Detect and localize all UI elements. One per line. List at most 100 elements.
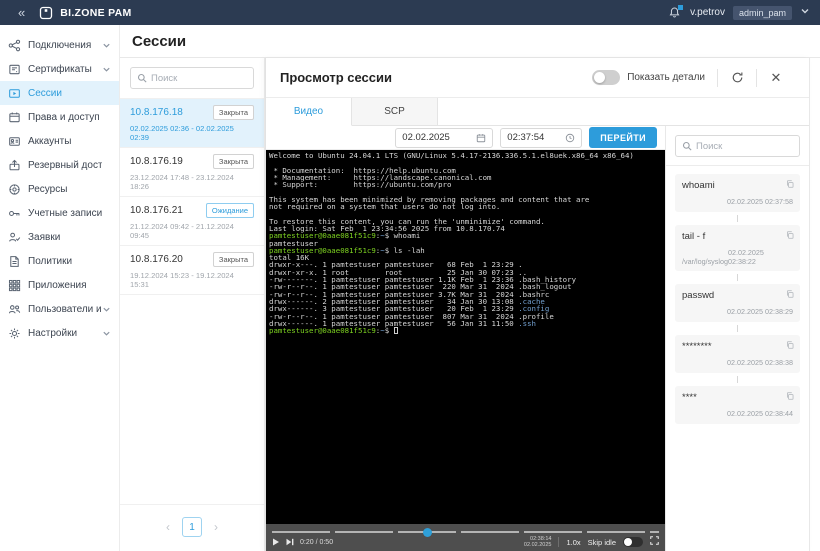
command-card[interactable]: **** 02.02.2025 02:38:44: [675, 386, 800, 424]
command-connector: [737, 325, 738, 332]
step-forward-icon[interactable]: [286, 538, 294, 546]
command-text: passwd: [682, 290, 715, 301]
top-bar: « BI.ZONE PAM v.petrov admin_pam: [0, 0, 820, 25]
sidebar-item-resources[interactable]: Ресурсы: [0, 177, 119, 201]
notification-badge: [678, 4, 684, 10]
session-list-item[interactable]: 10.8.176.19 Закрыта 23.12.2024 17:48 - 2…: [120, 148, 264, 197]
sidebar-collapse-button[interactable]: «: [18, 5, 25, 20]
user-menu-chevron-down-icon[interactable]: [800, 6, 810, 19]
search-icon: [682, 141, 692, 151]
skip-idle-toggle[interactable]: [623, 537, 643, 547]
rights-access-icon: [8, 111, 21, 124]
sidebar-item-connections[interactable]: Подключения: [0, 33, 119, 57]
sidebar-item-accounts[interactable]: Аккаунты: [0, 129, 119, 153]
terminal-text: Welcome to Ubuntu 24.04.1 LTS (GNU/Linux…: [269, 151, 634, 336]
sidebar-item-certificates[interactable]: Сертификаты: [0, 57, 119, 81]
sidebar-item-sessions[interactable]: Сессии: [0, 81, 119, 105]
certificates-icon: [8, 63, 21, 76]
session-list-item[interactable]: 10.8.176.20 Закрыта 19.12.2024 15:23 - 1…: [120, 246, 264, 295]
player-progress-bar[interactable]: [272, 528, 659, 537]
command-card[interactable]: whoami 02.02.2025 02:37:58: [675, 174, 800, 212]
show-details-toggle[interactable]: [592, 70, 621, 85]
close-icon[interactable]: ✕: [757, 70, 795, 86]
command-connector: [737, 376, 738, 383]
user-role-badge: admin_pam: [732, 5, 792, 20]
backup-access-icon: [8, 159, 21, 172]
clock-icon: [566, 133, 575, 142]
viewer-tabs: Видео SCP: [266, 98, 809, 126]
session-period: 23.12.2024 17:48 - 23.12.2024 18:26: [130, 173, 234, 191]
command-connector: [737, 274, 738, 281]
show-details-label: Показать детали: [627, 72, 705, 83]
sidebar-item-users-groups[interactable]: Пользователи и гр...: [0, 297, 119, 321]
command-text: tail - f: [682, 231, 706, 242]
command-text: ****: [682, 392, 697, 403]
time-field[interactable]: 02:37:54: [500, 127, 583, 148]
skip-idle-label: Skip idle: [587, 537, 616, 547]
video-player-controls: 0:20 / 0:50 02:38:14 02.02.2025 1.0x Ski…: [266, 524, 665, 551]
sidebar-item-applications[interactable]: Приложения: [0, 273, 119, 297]
fullscreen-icon[interactable]: [650, 536, 659, 548]
credentials-icon: [8, 207, 21, 220]
pagination-next-button[interactable]: ›: [214, 520, 218, 534]
copy-icon[interactable]: [786, 179, 794, 191]
pagination-current-page[interactable]: 1: [182, 517, 202, 537]
playback-speed[interactable]: 1.0x: [566, 538, 580, 547]
command-timestamp: 02.02.2025 02:38:29: [727, 307, 793, 316]
commands-search-input[interactable]: [696, 140, 793, 152]
app-title: BI.ZONE PAM: [60, 6, 132, 19]
refresh-icon[interactable]: [718, 71, 756, 84]
commands-panel: whoami 02.02.2025 02:37:58 tail - f /var…: [666, 126, 809, 551]
copy-icon[interactable]: [786, 230, 794, 242]
tab-scp[interactable]: SCP: [352, 98, 438, 125]
sidebar-item-rights[interactable]: Права и доступ: [0, 105, 119, 129]
sidebar-item-policies[interactable]: Политики: [0, 249, 119, 273]
play-icon[interactable]: [272, 538, 280, 546]
pagination-prev-button[interactable]: ‹: [166, 520, 170, 534]
sidebar-item-credentials[interactable]: Учетные записи: [0, 201, 119, 225]
session-status-badge: Закрыта: [212, 252, 254, 267]
go-button[interactable]: ПЕРЕЙТИ: [589, 127, 657, 148]
command-text: whoami: [682, 180, 715, 191]
command-card[interactable]: tail - f /var/log/syslog 02.02.2025 02:3…: [675, 225, 800, 271]
policies-icon: [8, 255, 21, 268]
session-viewer-dialog: Просмотр сессии Показать детали ✕ Видео …: [265, 58, 810, 551]
copy-icon[interactable]: [786, 391, 794, 403]
player-time: 0:20 / 0:50: [300, 538, 334, 546]
session-period: 21.12.2024 09:42 - 21.12.2024 09:45: [130, 222, 234, 240]
session-list-item[interactable]: 10.8.176.21 Ожидание 21.12.2024 09:42 - …: [120, 197, 264, 246]
session-ip: 10.8.176.20: [130, 254, 183, 265]
command-timestamp: 02.02.2025 02:38:44: [727, 409, 793, 418]
sessions-search-input[interactable]: [151, 72, 247, 84]
session-list-item[interactable]: 10.8.176.18 Закрыта 02.02.2025 02:36 - 0…: [120, 98, 264, 148]
page-header: Сессии: [120, 25, 820, 58]
command-detail: /var/log/syslog: [682, 257, 728, 266]
session-status-badge: Ожидание: [205, 203, 254, 218]
bizone-logo-icon: [39, 6, 53, 20]
date-field[interactable]: 02.02.2025: [395, 127, 494, 148]
session-period: 02.02.2025 02:36 - 02.02.2025 02:39: [130, 124, 234, 142]
session-status-badge: Закрыта: [212, 105, 254, 120]
search-icon: [137, 73, 147, 83]
user-name: v.petrov: [690, 7, 725, 18]
tab-video[interactable]: Видео: [266, 98, 352, 126]
calendar-icon: [477, 133, 486, 142]
pagination: ‹ 1 ›: [120, 504, 264, 551]
connections-icon: [8, 39, 21, 52]
terminal-video[interactable]: Welcome to Ubuntu 24.04.1 LTS (GNU/Linux…: [266, 150, 665, 524]
command-card[interactable]: passwd 02.02.2025 02:38:29: [675, 284, 800, 322]
sidebar-item-backup[interactable]: Резервный доступ: [0, 153, 119, 177]
sessions-search[interactable]: [130, 67, 254, 89]
command-text: ********: [682, 341, 712, 352]
sessions-list-panel: 10.8.176.18 Закрыта 02.02.2025 02:36 - 0…: [120, 58, 265, 551]
notifications-bell-icon[interactable]: [668, 4, 684, 20]
commands-search[interactable]: [675, 135, 800, 157]
command-card[interactable]: ******** 02.02.2025 02:38:38: [675, 335, 800, 373]
player-timestamp: 02:38:14 02.02.2025: [523, 536, 552, 548]
copy-icon[interactable]: [786, 289, 794, 301]
chevron-down-icon: [102, 41, 111, 50]
copy-icon[interactable]: [786, 340, 794, 352]
sidebar-item-requests[interactable]: Заявки: [0, 225, 119, 249]
sidebar-item-settings[interactable]: Настройки: [0, 321, 119, 345]
settings-icon: [8, 327, 21, 340]
